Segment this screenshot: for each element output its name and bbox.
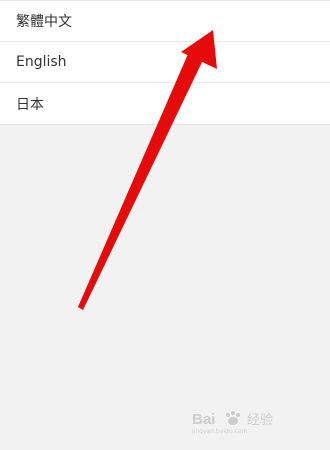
language-list: 繁體中文 English 日本 — [0, 0, 330, 125]
svg-text:jingyan.baidu.com: jingyan.baidu.com — [192, 428, 248, 434]
language-item-english[interactable]: English — [0, 42, 330, 83]
language-item-japanese[interactable]: 日本 — [0, 83, 330, 124]
svg-text:经验: 经验 — [247, 412, 273, 428]
svg-text:Bai: Bai — [192, 411, 215, 428]
baidu-jingyan-watermark-logo: Bai 经验 jingyan.baidu.com — [192, 411, 273, 434]
language-item-traditional-chinese[interactable]: 繁體中文 — [0, 1, 330, 42]
